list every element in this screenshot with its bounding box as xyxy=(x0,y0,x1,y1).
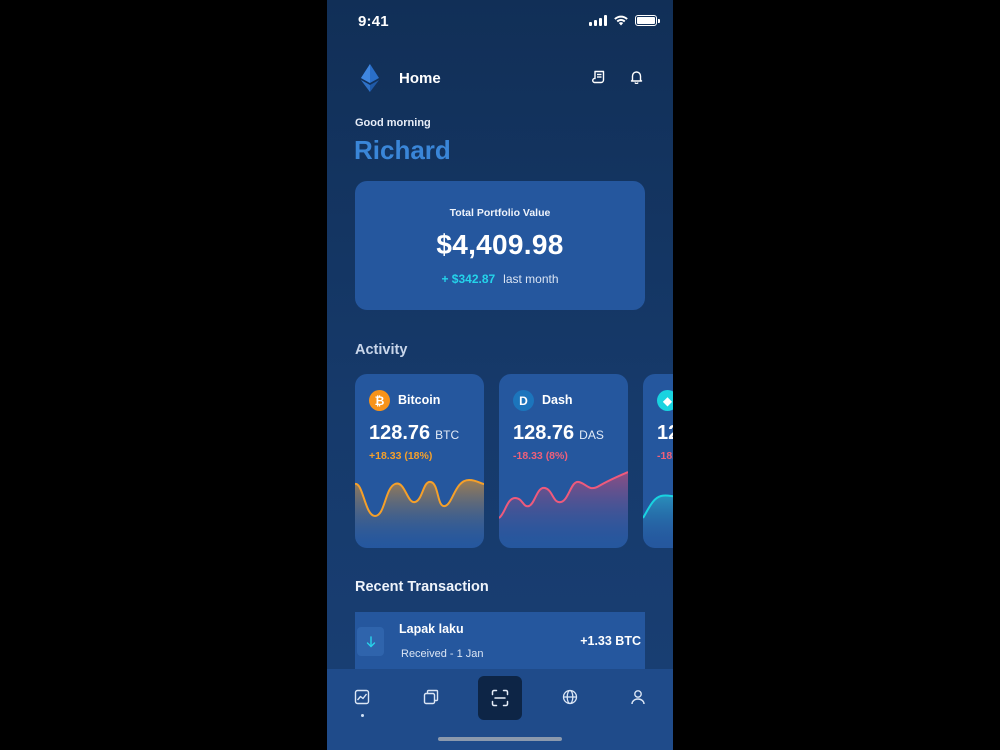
home-indicator xyxy=(438,737,562,741)
coin-sparkline xyxy=(355,478,484,548)
portfolio-card[interactable]: Total Portfolio Value $4,409.98 + $342.8… xyxy=(355,181,645,310)
portfolio-label: Total Portfolio Value xyxy=(449,207,551,219)
portfolio-period: last month xyxy=(503,272,559,286)
active-indicator xyxy=(361,714,364,717)
ethereum-logo-icon xyxy=(361,64,379,92)
page-title: Home xyxy=(399,70,441,87)
bell-icon xyxy=(630,71,642,84)
received-arrow-icon xyxy=(357,627,384,656)
coin-card-ethereum[interactable]: ◆ 128.76 -18.33 xyxy=(643,374,673,548)
coin-value: 128.76 DAS xyxy=(513,422,604,445)
bitcoin-icon: ₿ xyxy=(369,390,390,411)
coin-value: 128.76 xyxy=(657,422,673,445)
user-name: Richard xyxy=(354,135,451,165)
dash-icon: D xyxy=(513,390,534,411)
portfolio-value: $4,409.98 xyxy=(436,229,564,260)
scan-icon xyxy=(491,689,509,707)
status-bar: 9:41 xyxy=(327,0,673,44)
user-icon xyxy=(631,690,645,705)
coin-unit: DAS xyxy=(579,428,604,442)
coin-amount: 128.76 xyxy=(657,422,673,444)
nav-profile[interactable] xyxy=(626,685,650,709)
coin-change: -18.33 xyxy=(657,450,673,462)
app-header: Home xyxy=(327,60,673,96)
transaction-amount: +1.33 BTC xyxy=(580,634,641,648)
coin-name: Dash xyxy=(542,393,573,407)
coin-value: 128.76 BTC xyxy=(369,422,459,445)
notifications-button[interactable] xyxy=(626,67,646,87)
coin-unit: BTC xyxy=(435,428,460,442)
globe-icon xyxy=(562,689,578,705)
transaction-item[interactable]: Lapak laku Received - 1 Jan +1.33 BTC xyxy=(355,612,645,674)
coin-card-dash[interactable]: D Dash 128.76 DAS -18.33 (8%) xyxy=(499,374,628,548)
status-time: 9:41 xyxy=(358,13,389,30)
wifi-icon xyxy=(614,15,628,26)
coin-name: Bitcoin xyxy=(398,393,441,407)
nav-wallet[interactable] xyxy=(419,685,443,709)
portfolio-change: + $342.87 xyxy=(441,272,496,286)
coin-amount: 128.76 xyxy=(513,422,575,444)
signal-icon xyxy=(589,14,607,26)
status-icons xyxy=(589,14,660,26)
receipt-button[interactable] xyxy=(589,67,609,87)
battery-icon xyxy=(635,14,660,26)
coin-change: -18.33 (8%) xyxy=(513,450,568,462)
activity-cards[interactable]: ₿ Bitcoin 128.76 BTC +18.33 (18%) D Dash … xyxy=(355,374,673,548)
portfolio-change-row: + $342.87 last month xyxy=(355,272,645,286)
ethereum-icon: ◆ xyxy=(657,390,673,411)
transaction-name: Lapak laku xyxy=(399,622,464,636)
transaction-subtitle: Received - 1 Jan xyxy=(401,648,484,660)
coin-sparkline xyxy=(643,494,673,548)
receipt-icon xyxy=(592,70,605,84)
phone-screen: 9:41 Home Good morning Richard Total Por… xyxy=(327,0,673,750)
chart-icon xyxy=(354,689,370,705)
greeting-text: Good morning xyxy=(355,117,431,129)
coin-card-bitcoin[interactable]: ₿ Bitcoin 128.76 BTC +18.33 (18%) xyxy=(355,374,484,548)
nav-explore[interactable] xyxy=(558,685,582,709)
coin-change: +18.33 (18%) xyxy=(369,450,433,462)
copy-icon xyxy=(423,689,439,705)
nav-chart[interactable] xyxy=(350,685,374,709)
nav-scan-button[interactable] xyxy=(478,676,522,720)
recent-transaction-title: Recent Transaction xyxy=(355,579,489,595)
activity-title: Activity xyxy=(355,342,408,358)
coin-sparkline xyxy=(499,471,628,548)
coin-amount: 128.76 xyxy=(369,422,431,444)
